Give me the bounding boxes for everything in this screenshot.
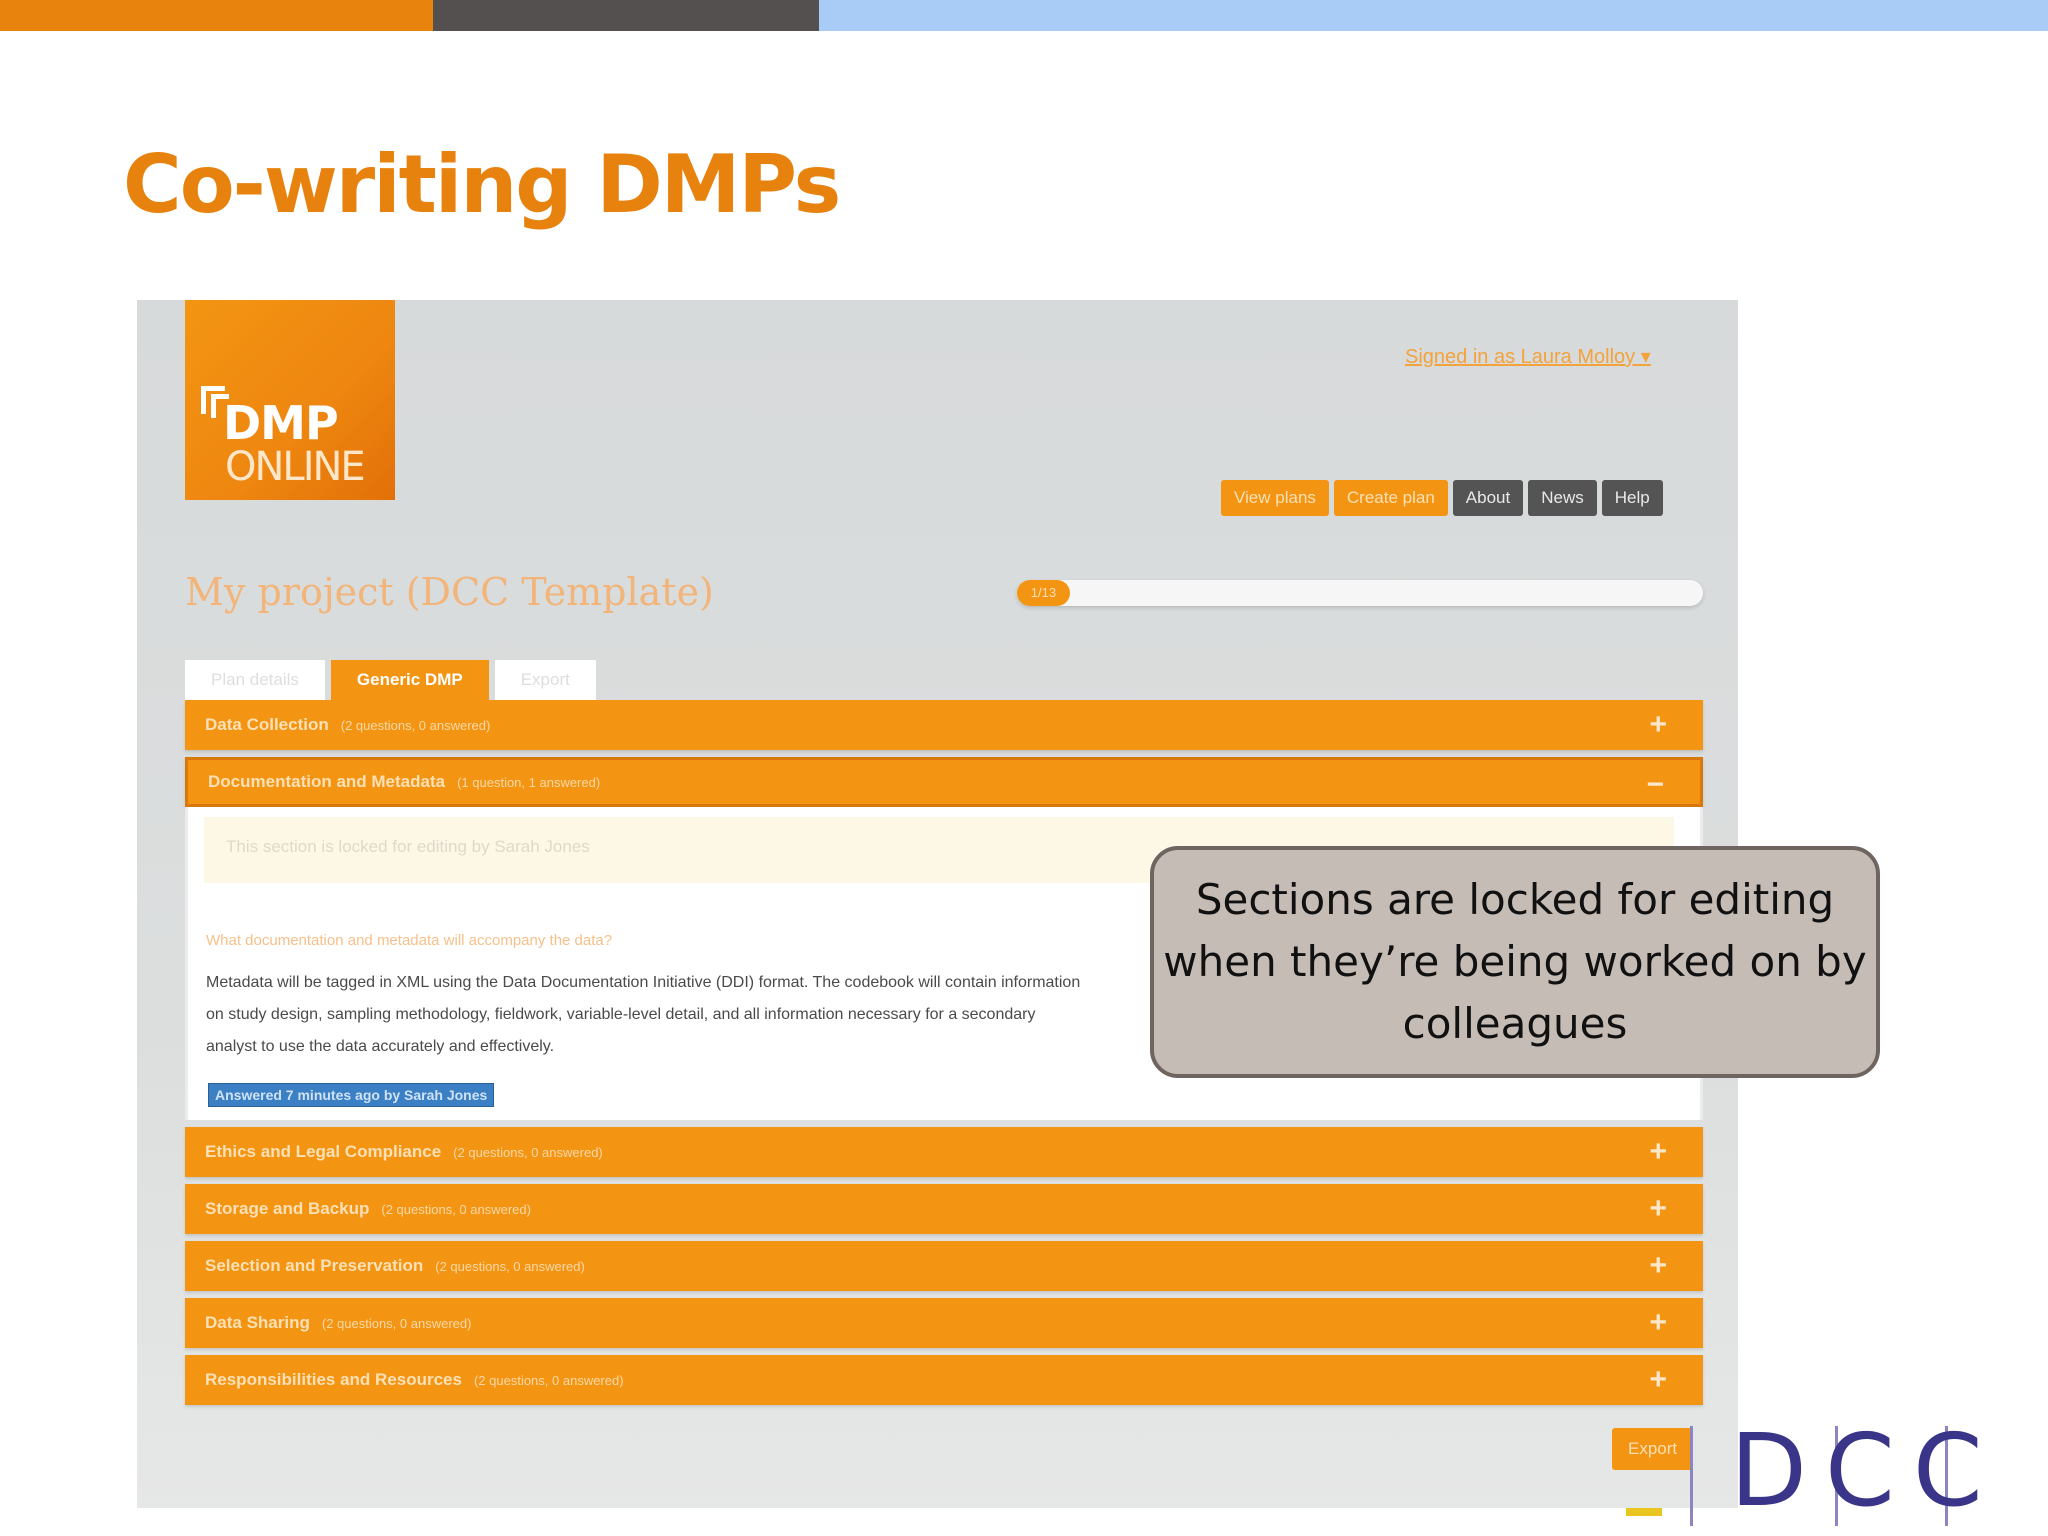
dcc-logo-accent [1626,1508,1662,1516]
slide-title: Co-writing DMPs [123,138,841,231]
logo-text-online: ONLINE [225,444,366,490]
section-name: Storage and Backup [205,1199,370,1218]
section-header-data-sharing[interactable]: Data Sharing (2 questions, 0 answered) + [185,1298,1703,1348]
dcc-logo-text: DCC [1730,1412,2001,1529]
section-name: Data Sharing [205,1313,310,1332]
expand-icon[interactable]: + [1649,1135,1667,1169]
tab-export[interactable]: Export [494,660,596,700]
section-name: Ethics and Legal Compliance [205,1142,442,1161]
section-header-documentation-metadata[interactable]: Documentation and Metadata (1 question, … [185,757,1703,807]
nav-about-button[interactable]: About [1452,480,1524,516]
top-color-stripe [0,0,2048,31]
stripe-blue [819,0,2048,31]
main-nav: View plans Create plan About News Help [1221,480,1663,516]
expand-icon[interactable]: + [1649,1249,1667,1283]
nav-view-plans-button[interactable]: View plans [1221,480,1329,516]
section-name: Documentation and Metadata [208,772,446,791]
section-meta: (1 question, 1 answered) [457,774,601,790]
section-name: Responsibilities and Resources [205,1370,462,1389]
nav-help-button[interactable]: Help [1601,480,1663,516]
question-text: What documentation and metadata will acc… [206,932,613,949]
progress-label: 1/13 [1030,585,1057,600]
nav-create-plan-button[interactable]: Create plan [1333,480,1448,516]
section-meta: (2 questions, 0 answered) [381,1201,531,1217]
section-meta: (2 questions, 0 answered) [435,1258,585,1274]
section-header-ethics-legal[interactable]: Ethics and Legal Compliance (2 questions… [185,1127,1703,1177]
dcc-logo-divider [1690,1426,1693,1526]
tab-generic-dmp[interactable]: Generic DMP [330,660,489,700]
nav-news-button[interactable]: News [1528,480,1597,516]
progress-fill: 1/13 [1017,580,1070,606]
section-name: Selection and Preservation [205,1256,424,1275]
tab-plan-details[interactable]: Plan details [185,660,325,700]
expand-icon[interactable]: + [1649,1363,1667,1397]
answer-progress-bar: 1/13 [1017,580,1703,606]
section-meta: (2 questions, 0 answered) [321,1315,472,1331]
section-meta: (2 questions, 0 answered) [340,717,491,733]
expand-icon[interactable]: + [1649,1306,1667,1340]
callout-box: Sections are locked for editing when the… [1150,846,1880,1078]
logo-text-dmp: DMP [223,396,339,450]
section-header-responsibilities[interactable]: Responsibilities and Resources (2 questi… [185,1355,1703,1405]
section-meta: (2 questions, 0 answered) [473,1372,624,1388]
section-header-selection-preservation[interactable]: Selection and Preservation (2 questions,… [185,1241,1703,1291]
section-name: Data Collection [205,715,329,734]
project-title: My project (DCC Template) [185,570,714,614]
dcc-logo: DCC [1620,1412,2048,1536]
expand-icon[interactable]: + [1649,708,1667,742]
section-header-storage-backup[interactable]: Storage and Backup (2 questions, 0 answe… [185,1184,1703,1234]
dmp-online-logo[interactable]: DMP ONLINE [185,300,395,500]
stripe-dark [433,0,819,31]
answer-text: Metadata will be tagged in XML using the… [206,974,1081,1055]
section-meta: (2 questions, 0 answered) [453,1144,603,1160]
stripe-orange [0,0,433,31]
collapse-icon[interactable]: − [1646,768,1664,802]
plan-tabs: Plan details Generic DMP Export [185,660,596,700]
answered-badge: Answered 7 minutes ago by Sarah Jones [208,1083,495,1107]
expand-icon[interactable]: + [1649,1192,1667,1226]
signed-in-menu[interactable]: Signed in as Laura Molloy ▾ [1405,344,1651,369]
section-header-data-collection[interactable]: Data Collection (2 questions, 0 answered… [185,700,1703,750]
